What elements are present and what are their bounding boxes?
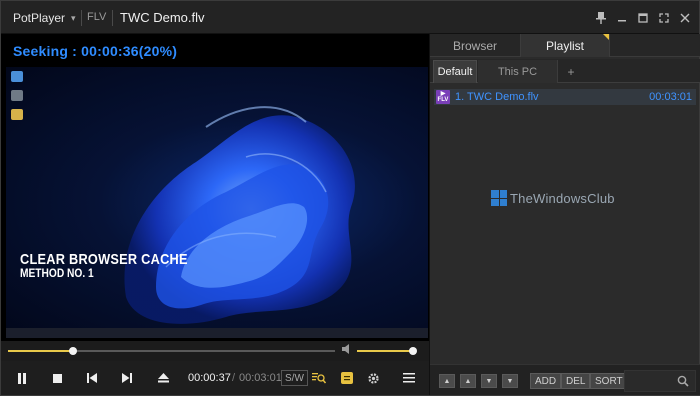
add-button[interactable]: ADD	[530, 373, 562, 389]
move-bottom-icon[interactable]: ▼	[502, 374, 518, 388]
watermark-text: TheWindowsClub	[510, 190, 615, 206]
panel-tabs: Browser Playlist	[430, 34, 700, 57]
title-divider	[81, 10, 82, 26]
volume-icon[interactable]	[342, 344, 354, 357]
maximize-icon[interactable]	[633, 8, 653, 28]
playlist-item-name: 1. TWC Demo.flv	[455, 91, 539, 103]
playlist-search-field[interactable]	[624, 370, 696, 392]
app-menu-button[interactable]: PotPlayer ▾	[7, 7, 82, 29]
total-duration: 00:03:01	[239, 372, 282, 384]
time-separator: /	[232, 372, 236, 384]
next-icon[interactable]	[117, 368, 137, 388]
previous-icon[interactable]	[82, 368, 102, 388]
move-down-icon[interactable]: ▼	[481, 374, 497, 388]
tab-playlist-label: Playlist	[545, 38, 584, 53]
title-divider	[112, 10, 113, 26]
sw-toggle-button[interactable]: S/W	[281, 370, 308, 386]
sort-button[interactable]: SORT	[590, 373, 628, 389]
add-tab-button[interactable]: +	[560, 60, 582, 83]
move-top-icon[interactable]: ▲	[439, 374, 455, 388]
logo-square	[491, 198, 499, 206]
format-label: FLV	[87, 11, 107, 23]
close-icon[interactable]	[675, 8, 695, 28]
move-up-icon[interactable]: ▲	[460, 374, 476, 388]
pin-icon[interactable]	[591, 8, 611, 28]
playlist-item[interactable]: ▶ FLV 1. TWC Demo.flv 00:03:01	[434, 89, 696, 105]
side-panel: Browser Playlist Default This PC + ▶ FLV…	[429, 34, 700, 395]
control-bar: 00:00:37 / 00:03:01 S/W	[1, 361, 429, 395]
chevron-down-icon: ▾	[71, 12, 76, 23]
search-subtitle-icon[interactable]	[309, 368, 329, 388]
flv-badge-label: FLV	[437, 97, 449, 103]
subtab-default[interactable]: Default	[433, 60, 477, 83]
seek-bar-handle[interactable]	[69, 347, 78, 355]
search-icon[interactable]	[677, 375, 689, 390]
video-taskbar	[6, 328, 428, 338]
volume-slider-fill	[357, 350, 413, 352]
logo-square	[491, 190, 499, 198]
gear-icon[interactable]	[363, 368, 383, 388]
minimize-icon[interactable]	[612, 8, 632, 28]
potplayer-window: PotPlayer ▾ FLV TWC Demo.flv Seeking : 0…	[0, 0, 700, 396]
seek-bar-fill	[8, 350, 74, 352]
progress-area	[1, 341, 429, 361]
playlist-toolbar: ▲ ▲ ▼ ▼ ADD DEL SORT	[430, 364, 700, 395]
wallpaper-bloom	[124, 106, 355, 324]
current-time: 00:00:37	[188, 372, 231, 384]
eject-icon[interactable]	[153, 368, 173, 388]
video-caption-subtitle: METHOD NO. 1	[20, 266, 94, 280]
notes-icon[interactable]	[337, 368, 357, 388]
logo-square	[499, 190, 507, 198]
delete-button[interactable]: DEL	[561, 373, 591, 389]
title-bar: PotPlayer ▾ FLV TWC Demo.flv	[1, 1, 699, 34]
playlist-subtabs: Default This PC +	[430, 59, 700, 83]
seek-bar[interactable]	[8, 347, 335, 355]
stop-icon[interactable]	[47, 368, 67, 388]
windows-logo-icon	[491, 190, 507, 206]
window-title: TWC Demo.flv	[120, 10, 205, 25]
app-name: PotPlayer	[13, 11, 66, 25]
fullscreen-icon[interactable]	[654, 8, 674, 28]
tab-browser[interactable]: Browser	[430, 34, 520, 57]
active-tab-marker	[603, 34, 609, 40]
seek-osd-message: Seeking : 00:00:36(20%)	[13, 43, 178, 59]
menu-icon[interactable]	[399, 368, 419, 388]
subtab-this-pc[interactable]: This PC	[478, 60, 558, 83]
volume-slider[interactable]	[357, 347, 417, 355]
pause-icon[interactable]	[12, 368, 32, 388]
flv-file-icon: ▶ FLV	[436, 90, 450, 104]
video-area[interactable]: Seeking : 00:00:36(20%) CLEAR BROWSER CA…	[1, 34, 429, 341]
video-frame: CLEAR BROWSER CACHE METHOD NO. 1	[6, 67, 428, 338]
playlist-item-duration: 00:03:01	[649, 91, 692, 103]
volume-slider-handle[interactable]	[409, 347, 417, 355]
logo-square	[499, 198, 507, 206]
watermark: TheWindowsClub	[491, 190, 615, 206]
tab-playlist[interactable]: Playlist	[520, 34, 610, 57]
